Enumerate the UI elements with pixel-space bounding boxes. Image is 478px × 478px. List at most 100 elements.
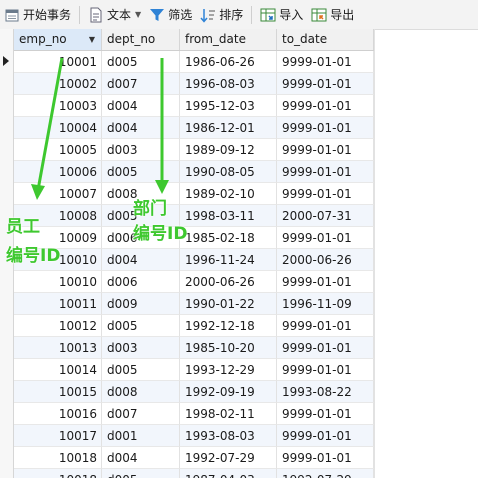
cell-to-date[interactable]: 9999-01-01 [277, 359, 374, 381]
filter-button[interactable]: 筛选 [145, 3, 196, 27]
cell-to-date[interactable]: 1996-11-09 [277, 293, 374, 315]
column-header-to-date[interactable]: to_date [277, 29, 374, 50]
cell-to-date[interactable]: 9999-01-01 [277, 227, 374, 249]
table-row[interactable]: 10018 d004 1992-07-29 9999-01-01 [14, 447, 374, 469]
cell-dept-no[interactable]: d008 [102, 381, 180, 403]
cell-dept-no[interactable]: d007 [102, 73, 180, 95]
cell-to-date[interactable]: 9999-01-01 [277, 447, 374, 469]
cell-emp-no[interactable]: 10005 [14, 139, 102, 161]
cell-dept-no[interactable]: d005 [102, 161, 180, 183]
cell-dept-no[interactable]: d009 [102, 293, 180, 315]
cell-from-date[interactable]: 1993-12-29 [180, 359, 277, 381]
cell-from-date[interactable]: 1987-04-03 [180, 469, 277, 478]
cell-dept-no[interactable]: d005 [102, 469, 180, 478]
cell-emp-no[interactable]: 10014 [14, 359, 102, 381]
cell-from-date[interactable]: 1985-10-20 [180, 337, 277, 359]
cell-emp-no[interactable]: 10017 [14, 425, 102, 447]
cell-emp-no[interactable]: 10018 [14, 469, 102, 478]
cell-from-date[interactable]: 1986-12-01 [180, 117, 277, 139]
cell-to-date[interactable]: 1993-08-22 [277, 381, 374, 403]
cell-from-date[interactable]: 1996-11-24 [180, 249, 277, 271]
sort-down-icon[interactable]: ▼ [89, 29, 95, 50]
cell-emp-no[interactable]: 10018 [14, 447, 102, 469]
table-row[interactable]: 10015 d008 1992-09-19 1993-08-22 [14, 381, 374, 403]
cell-to-date[interactable]: 9999-01-01 [277, 183, 374, 205]
cell-dept-no[interactable]: d001 [102, 425, 180, 447]
cell-from-date[interactable]: 1996-08-03 [180, 73, 277, 95]
table-row[interactable]: 10010 d006 2000-06-26 9999-01-01 [14, 271, 374, 293]
cell-emp-no[interactable]: 10012 [14, 315, 102, 337]
cell-emp-no[interactable]: 10013 [14, 337, 102, 359]
table-row[interactable]: 10002 d007 1996-08-03 9999-01-01 [14, 73, 374, 95]
table-row[interactable]: 10017 d001 1993-08-03 9999-01-01 [14, 425, 374, 447]
cell-dept-no[interactable]: d003 [102, 139, 180, 161]
table-row[interactable]: 10005 d003 1989-09-12 9999-01-01 [14, 139, 374, 161]
cell-to-date[interactable]: 9999-01-01 [277, 51, 374, 73]
cell-dept-no[interactable]: d006 [102, 271, 180, 293]
cell-to-date[interactable]: 9999-01-01 [277, 95, 374, 117]
cell-from-date[interactable]: 1993-08-03 [180, 425, 277, 447]
table-row[interactable]: 10016 d007 1998-02-11 9999-01-01 [14, 403, 374, 425]
cell-dept-no[interactable]: d005 [102, 315, 180, 337]
sort-button[interactable]: 排序 [196, 3, 247, 27]
cell-to-date[interactable]: 2000-07-31 [277, 205, 374, 227]
table-row[interactable]: 10010 d004 1996-11-24 2000-06-26 [14, 249, 374, 271]
column-header-emp-no[interactable]: emp_no ▼ [14, 29, 102, 50]
cell-dept-no[interactable]: d003 [102, 337, 180, 359]
cell-dept-no[interactable]: d007 [102, 403, 180, 425]
cell-to-date[interactable]: 9999-01-01 [277, 403, 374, 425]
cell-emp-no[interactable]: 10007 [14, 183, 102, 205]
cell-to-date[interactable]: 9999-01-01 [277, 315, 374, 337]
cell-to-date[interactable]: 9999-01-01 [277, 139, 374, 161]
cell-emp-no[interactable]: 10001 [14, 51, 102, 73]
table-row[interactable]: 10004 d004 1986-12-01 9999-01-01 [14, 117, 374, 139]
cell-from-date[interactable]: 1986-06-26 [180, 51, 277, 73]
chevron-down-icon[interactable]: ▼ [135, 10, 141, 19]
cell-from-date[interactable]: 1998-03-11 [180, 205, 277, 227]
cell-from-date[interactable]: 1985-02-18 [180, 227, 277, 249]
import-button[interactable]: 导入 [256, 3, 307, 27]
column-header-from-date[interactable]: from_date [180, 29, 277, 50]
cell-from-date[interactable]: 1998-02-11 [180, 403, 277, 425]
table-row[interactable]: 10003 d004 1995-12-03 9999-01-01 [14, 95, 374, 117]
column-header-dept-no[interactable]: dept_no [102, 29, 180, 50]
export-button[interactable]: 导出 [307, 3, 358, 27]
table-row[interactable]: 10014 d005 1993-12-29 9999-01-01 [14, 359, 374, 381]
cell-from-date[interactable]: 1990-01-22 [180, 293, 277, 315]
cell-dept-no[interactable]: d005 [102, 359, 180, 381]
cell-from-date[interactable]: 1989-02-10 [180, 183, 277, 205]
table-row[interactable]: 10012 d005 1992-12-18 9999-01-01 [14, 315, 374, 337]
cell-to-date[interactable]: 9999-01-01 [277, 425, 374, 447]
cell-from-date[interactable]: 1995-12-03 [180, 95, 277, 117]
cell-to-date[interactable]: 9999-01-01 [277, 337, 374, 359]
cell-emp-no[interactable]: 10010 [14, 271, 102, 293]
table-row[interactable]: 10011 d009 1990-01-22 1996-11-09 [14, 293, 374, 315]
cell-emp-no[interactable]: 10016 [14, 403, 102, 425]
cell-emp-no[interactable]: 10002 [14, 73, 102, 95]
cell-dept-no[interactable]: d004 [102, 117, 180, 139]
cell-from-date[interactable]: 2000-06-26 [180, 271, 277, 293]
cell-emp-no[interactable]: 10003 [14, 95, 102, 117]
cell-to-date[interactable]: 9999-01-01 [277, 73, 374, 95]
begin-transaction-button[interactable]: 开始事务 [0, 3, 75, 27]
table-row[interactable]: 10001 d005 1986-06-26 9999-01-01 [14, 51, 374, 73]
cell-from-date[interactable]: 1989-09-12 [180, 139, 277, 161]
cell-to-date[interactable]: 1992-07-29 [277, 469, 374, 478]
table-row[interactable]: 10013 d003 1985-10-20 9999-01-01 [14, 337, 374, 359]
cell-from-date[interactable]: 1992-09-19 [180, 381, 277, 403]
table-row[interactable]: 10009 d006 1985-02-18 9999-01-01 [14, 227, 374, 249]
table-row[interactable]: 10018d0051987-04-031992-07-29 [14, 469, 374, 478]
text-button[interactable]: 文本 ▼ [84, 3, 145, 27]
cell-to-date[interactable]: 9999-01-01 [277, 161, 374, 183]
cell-dept-no[interactable]: d005 [102, 51, 180, 73]
cell-emp-no[interactable]: 10006 [14, 161, 102, 183]
cell-from-date[interactable]: 1992-12-18 [180, 315, 277, 337]
cell-emp-no[interactable]: 10011 [14, 293, 102, 315]
table-row[interactable]: 10007 d008 1989-02-10 9999-01-01 [14, 183, 374, 205]
cell-dept-no[interactable]: d004 [102, 447, 180, 469]
cell-to-date[interactable]: 2000-06-26 [277, 249, 374, 271]
cell-dept-no[interactable]: d004 [102, 249, 180, 271]
cell-emp-no[interactable]: 10015 [14, 381, 102, 403]
table-row[interactable]: 10006 d005 1990-08-05 9999-01-01 [14, 161, 374, 183]
cell-dept-no[interactable]: d004 [102, 95, 180, 117]
